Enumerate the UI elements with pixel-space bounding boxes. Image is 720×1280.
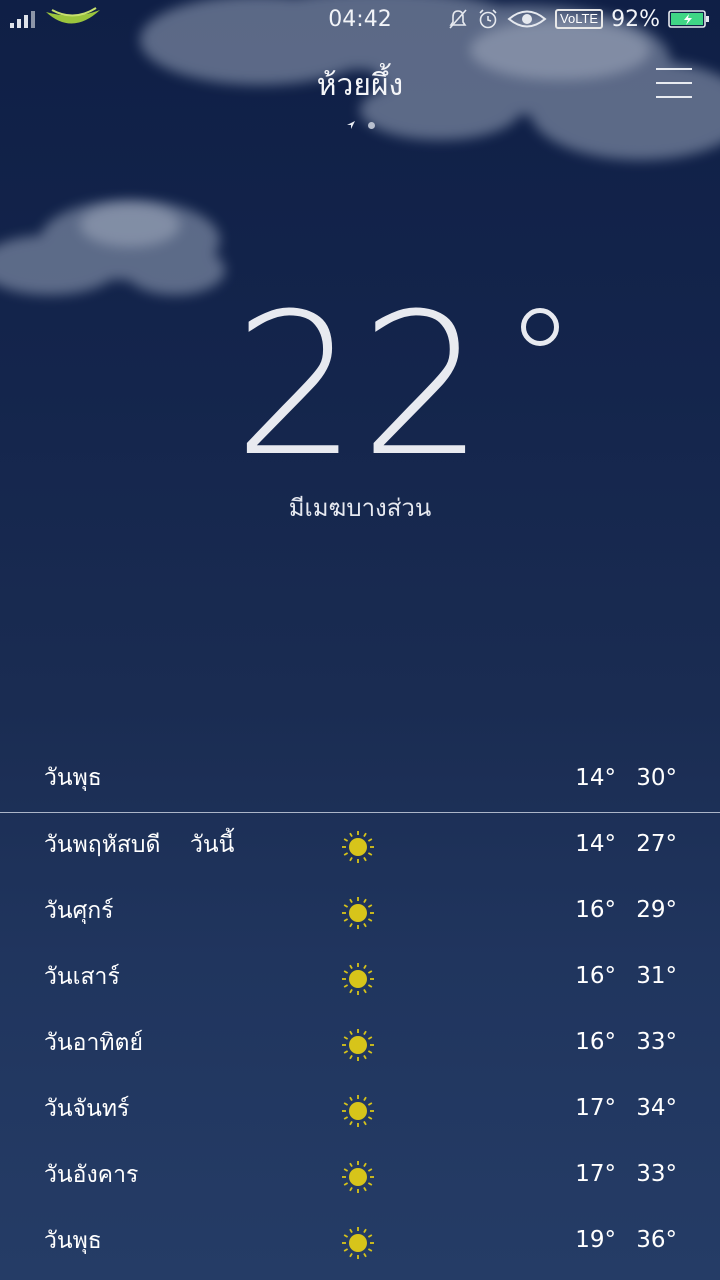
forecast-low: 16° (575, 897, 616, 923)
forecast-day: วันอาทิตย์ (44, 1030, 143, 1056)
today-day-label: วันพุธ (44, 765, 102, 791)
battery-charging-icon (668, 10, 709, 28)
forecast-day: วันศุกร์ (44, 898, 114, 924)
forecast-high: 33° (636, 1161, 677, 1187)
forecast-day: วันพฤหัสบดี (44, 832, 161, 858)
today-tag: วันนี้ (190, 832, 235, 858)
page-indicator[interactable] (0, 120, 720, 130)
status-bar: 04:42 VoLTE 92% (0, 0, 720, 40)
status-icons: VoLTE 92% (447, 6, 710, 32)
sun-icon (342, 1029, 374, 1061)
sun-icon (342, 963, 374, 995)
weather-condition: มีเมฆบางส่วน (288, 494, 432, 522)
forecast-row: วันอังคาร 17° 33° (0, 1143, 720, 1209)
battery-percent: 92% (611, 6, 660, 32)
volte-badge: VoLTE (555, 9, 604, 29)
sun-icon (342, 831, 374, 863)
forecast-high: 34° (636, 1095, 677, 1121)
page-dot (367, 121, 375, 129)
temperature-value: 22 (233, 272, 487, 500)
eye-comfort-icon (507, 10, 547, 28)
today-summary-row: วันพุธ 14° 30° (0, 750, 720, 813)
forecast-row: วันพุธ 19° 36° (0, 1209, 720, 1275)
forecast-row: วันเสาร์ 16° 31° (0, 945, 720, 1011)
forecast-high: 27° (636, 831, 677, 857)
forecast-low: 19° (575, 1227, 616, 1253)
current-temperature: 22 (0, 286, 720, 486)
sun-icon (342, 1095, 374, 1127)
sun-icon (342, 897, 374, 929)
forecast-low: 14° (575, 831, 616, 857)
city-name: ห้วยผึ้ง (316, 68, 404, 103)
forecast-high: 31° (636, 963, 677, 989)
forecast-row: วันพฤหัสบดี วันนี้ 14° 27° (0, 813, 720, 879)
forecast-high: 36° (636, 1227, 677, 1253)
forecast-row: วันจันทร์ 17° 34° (0, 1077, 720, 1143)
degree-symbol (520, 308, 559, 346)
forecast-high: 29° (636, 897, 677, 923)
location-arrow-icon (346, 121, 355, 129)
forecast-day: วันเสาร์ (44, 964, 120, 990)
forecast-day: วันพุธ (44, 1228, 102, 1254)
forecast-day: วันจันทร์ (44, 1096, 130, 1122)
menu-icon (656, 68, 692, 70)
forecast-low: 17° (575, 1161, 616, 1187)
forecast-day: วันอังคาร (44, 1162, 139, 1188)
forecast-row: วันอาทิตย์ 16° 33° (0, 1011, 720, 1077)
alarm-icon (479, 9, 497, 29)
today-high-temp: 30° (636, 765, 677, 791)
forecast-low: 17° (575, 1095, 616, 1121)
sun-icon (342, 1161, 374, 1193)
today-low-temp: 14° (575, 765, 616, 791)
forecast-low: 16° (575, 963, 616, 989)
sun-icon (342, 1227, 374, 1259)
forecast-row: วันศุกร์ 16° 29° (0, 879, 720, 945)
mute-notification-icon (449, 9, 467, 29)
forecast-low: 16° (575, 1029, 616, 1055)
forecast-list: วันพฤหัสบดี วันนี้ 14° 27° วันศุกร์ 16° … (0, 813, 720, 1275)
forecast-high: 33° (636, 1029, 677, 1055)
menu-button[interactable] (656, 68, 692, 102)
